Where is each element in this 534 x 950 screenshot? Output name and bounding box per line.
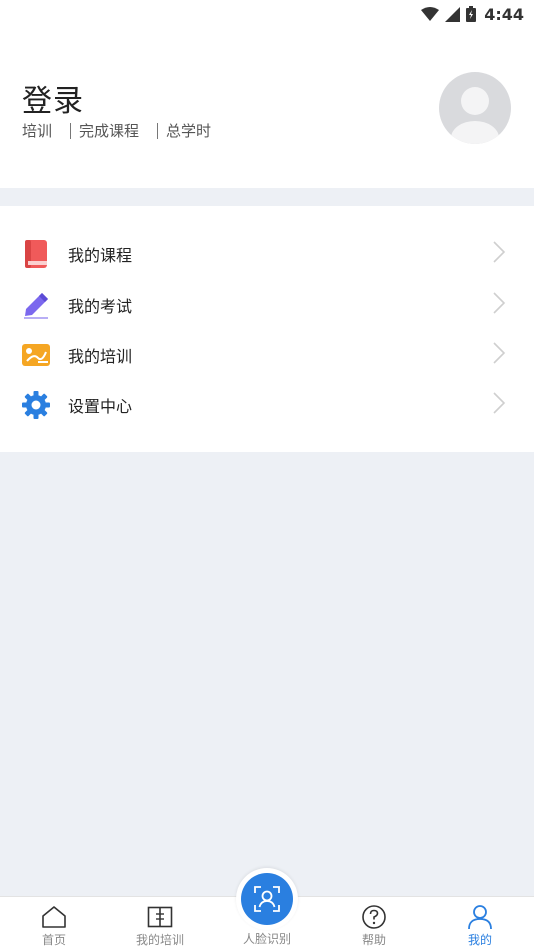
tab-home[interactable]: 首页 [14, 897, 94, 950]
home-icon [41, 904, 67, 930]
face-scan-icon [254, 886, 280, 912]
face-recognition-circle [241, 873, 293, 925]
menu-item-my-exams[interactable]: 我的考试 [0, 280, 534, 330]
tab-help[interactable]: 帮助 [334, 897, 414, 950]
status-bar: 4:44 [0, 0, 534, 28]
stat-total-hours: 总学时 [166, 122, 212, 140]
stat-divider [70, 122, 72, 139]
profile-header: 登录 培训 完成课程 总学时 [0, 28, 534, 188]
profile-stats: 培训 完成课程 总学时 [22, 120, 211, 141]
stat-training: 培训 [22, 122, 53, 140]
avatar[interactable] [439, 72, 511, 144]
tab-label: 帮助 [361, 933, 386, 947]
signal-icon [445, 6, 461, 22]
menu-item-label: 我的课程 [68, 246, 133, 265]
wifi-icon [421, 7, 440, 21]
book-icon [21, 239, 51, 269]
face-recognition-button[interactable] [236, 868, 298, 930]
menu-item-my-courses[interactable]: 我的课程 [0, 229, 534, 279]
tab-label: 首页 [41, 933, 66, 947]
stat-completed-courses: 完成课程 [79, 122, 140, 140]
battery-icon [466, 6, 477, 22]
menu-list: 我的课程 我的考试 我的培训 设置中心 [0, 206, 534, 452]
stat-divider [157, 122, 159, 139]
tab-label: 我的 [467, 933, 492, 947]
open-book-icon [147, 904, 173, 930]
menu-item-label: 我的培训 [68, 347, 133, 366]
menu-item-my-training[interactable]: 我的培训 [0, 330, 534, 380]
training-icon [21, 340, 51, 370]
gear-icon [21, 390, 51, 420]
status-time: 4:44 [484, 4, 524, 24]
tab-my-training[interactable]: 我的培训 [120, 897, 200, 950]
chevron-right-icon [492, 391, 506, 419]
tab-mine[interactable]: 我的 [440, 897, 520, 950]
menu-item-settings[interactable]: 设置中心 [0, 380, 534, 430]
chevron-right-icon [492, 291, 506, 319]
face-recognition-label: 人脸识别 [242, 932, 291, 946]
default-avatar-icon [451, 87, 499, 144]
chevron-right-icon [492, 240, 506, 268]
menu-item-label: 我的考试 [68, 297, 133, 316]
chevron-right-icon [492, 341, 506, 369]
pencil-icon [21, 290, 51, 320]
help-icon [361, 904, 387, 930]
person-icon [467, 904, 493, 930]
menu-item-label: 设置中心 [68, 397, 133, 416]
login-link[interactable]: 登录 [22, 76, 84, 120]
tab-label: 我的培训 [135, 933, 184, 947]
